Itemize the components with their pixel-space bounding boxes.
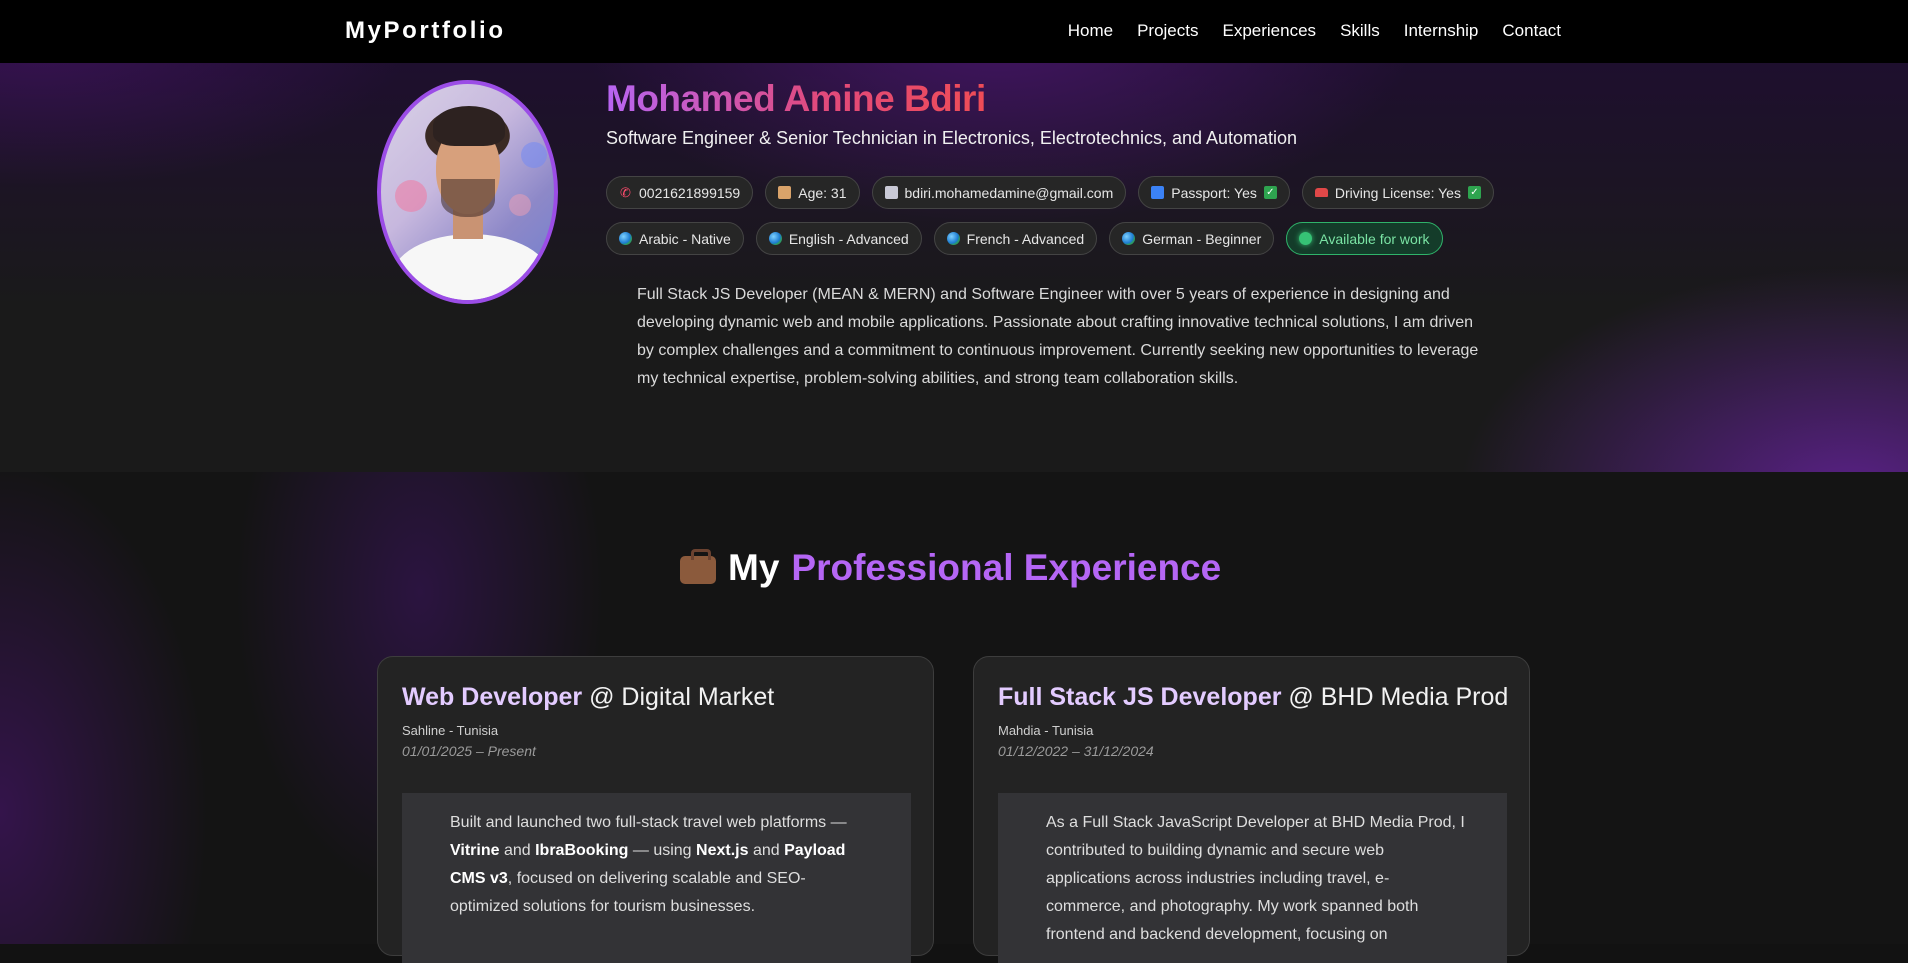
job-role: Web Developer — [402, 683, 583, 711]
navbar: MyPortfolio Home Projects Experiences Sk… — [0, 0, 1908, 63]
nav-link-projects[interactable]: Projects — [1137, 21, 1198, 41]
nav-link-skills[interactable]: Skills — [1340, 21, 1380, 41]
section-title-prefix: My — [728, 547, 780, 588]
card-title: Web Developer @ Digital Market — [402, 683, 774, 712]
profile-name: Mohamed Amine Bdiri — [606, 78, 986, 119]
job-location: Sahline - Tunisia — [402, 723, 499, 738]
job-location: Mahdia - Tunisia — [998, 723, 1094, 738]
license-pill: Driving License: Yes ✓ — [1301, 176, 1494, 209]
job-description: As a Full Stack JavaScript Developer at … — [998, 793, 1507, 963]
car-icon — [1314, 188, 1328, 197]
language-text: Arabic - Native — [639, 230, 731, 247]
profile-bio: Full Stack JS Developer (MEAN & MERN) an… — [637, 286, 1479, 387]
language-pill-german: German - Beginner — [1109, 222, 1275, 255]
nav-link-home[interactable]: Home — [1068, 21, 1113, 41]
language-text: German - Beginner — [1142, 230, 1262, 247]
check-icon: ✓ — [1467, 186, 1481, 199]
brand-logo[interactable]: MyPortfolio — [345, 17, 506, 45]
hero-section — [0, 63, 1908, 472]
passport-icon — [1151, 186, 1165, 199]
language-pill-english: English - Advanced — [755, 222, 922, 255]
nav-link-contact[interactable]: Contact — [1502, 21, 1561, 41]
language-text: English - Advanced — [788, 230, 909, 247]
experience-card: Full Stack JS Developer @ BHD Media Prod… — [973, 656, 1530, 963]
nav-links: Home Projects Experiences Skills Interns… — [1068, 21, 1561, 41]
language-text: French - Advanced — [966, 230, 1085, 247]
phone-text: 0021621899159 — [639, 184, 741, 201]
job-dates: 01/01/2025 – Present — [402, 743, 536, 759]
briefcase-icon — [680, 549, 716, 584]
nav-link-experiences[interactable]: Experiences — [1223, 21, 1317, 41]
email-text: bdiri.mohamedamine@gmail.com — [904, 184, 1114, 201]
globe-icon — [946, 232, 960, 245]
experience-section — [0, 472, 1908, 944]
job-description: Built and launched two full-stack travel… — [402, 793, 911, 963]
language-pill-french: French - Advanced — [933, 222, 1098, 255]
section-title-highlight: Professional Experience — [791, 547, 1222, 588]
passport-text: Passport: Yes — [1171, 184, 1257, 201]
profile-subtitle: Software Engineer & Senior Technician in… — [606, 128, 1298, 148]
experience-card: Web Developer @ Digital Market Sahline -… — [377, 656, 934, 963]
check-icon: ✓ — [1263, 186, 1277, 199]
email-pill[interactable]: bdiri.mohamedamine@gmail.com — [871, 176, 1127, 209]
status-dot-icon — [1299, 232, 1313, 245]
age-text: Age: 31 — [798, 184, 847, 201]
globe-icon — [1122, 232, 1136, 245]
availability-badge: Available for work — [1286, 222, 1443, 255]
job-dates: 01/12/2022 – 31/12/2024 — [998, 743, 1154, 759]
cake-icon — [778, 186, 792, 199]
company-name: @ BHD Media Prod — [1288, 683, 1509, 711]
phone-icon: ✆ — [620, 185, 631, 200]
language-pill-arabic: Arabic - Native — [606, 222, 744, 255]
nav-link-internship[interactable]: Internship — [1404, 21, 1479, 41]
language-pills: Arabic - Native English - Advanced Frenc… — [606, 222, 1443, 255]
license-text: Driving License: Yes — [1334, 184, 1461, 201]
info-pills: ✆ 0021621899159 Age: 31 bdiri.mohamedami… — [606, 176, 1494, 209]
globe-icon — [619, 232, 632, 245]
globe-icon — [768, 232, 782, 245]
card-title: Full Stack JS Developer @ BHD Media Prod — [998, 683, 1508, 712]
job-role: Full Stack JS Developer — [998, 683, 1282, 711]
section-title: My Professional Experience — [680, 547, 1221, 589]
availability-text: Available for work — [1319, 230, 1430, 247]
passport-pill: Passport: Yes ✓ — [1138, 176, 1290, 209]
company-name: @ Digital Market — [589, 683, 775, 711]
age-pill: Age: 31 — [765, 176, 860, 209]
profile-avatar — [377, 80, 558, 304]
email-icon — [884, 186, 898, 199]
phone-pill[interactable]: ✆ 0021621899159 — [606, 176, 754, 209]
